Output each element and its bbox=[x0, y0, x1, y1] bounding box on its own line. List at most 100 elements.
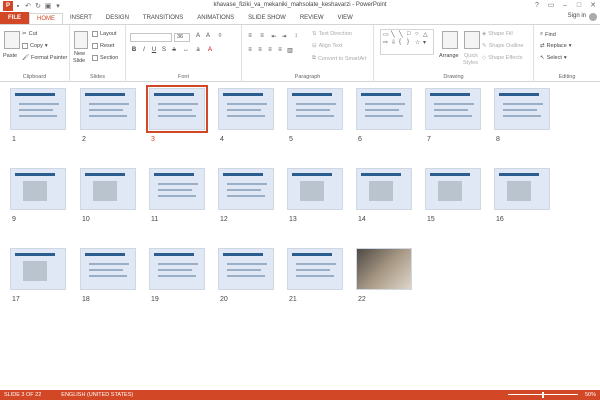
help-icon[interactable]: ? bbox=[530, 0, 544, 12]
close-icon[interactable]: ✕ bbox=[586, 0, 600, 12]
slide-thumbnail[interactable] bbox=[10, 248, 66, 290]
slide-thumbnail[interactable] bbox=[356, 88, 412, 130]
slide-thumbnail[interactable] bbox=[287, 248, 343, 290]
format-painter-button[interactable]: 🖌 Format Painter bbox=[22, 55, 67, 61]
cut-button[interactable]: ✂ Cut bbox=[22, 31, 37, 37]
language-indicator[interactable]: ENGLISH (UNITED STATES) bbox=[61, 392, 133, 398]
slide-thumbnail[interactable] bbox=[218, 248, 274, 290]
spacing-icon[interactable]: ↔ bbox=[182, 47, 190, 53]
shrink-font-icon[interactable]: A bbox=[204, 33, 212, 39]
slide-thumbnail[interactable] bbox=[80, 88, 136, 130]
maximize-icon[interactable]: □ bbox=[572, 0, 586, 12]
tab-file[interactable]: FILE bbox=[0, 12, 29, 24]
find-button[interactable]: ⌕ Find bbox=[540, 31, 556, 38]
arrange-icon[interactable] bbox=[442, 31, 458, 49]
underline-icon[interactable]: U bbox=[150, 47, 158, 53]
undo-icon[interactable]: ↶ bbox=[23, 2, 33, 10]
slide-thumbnail[interactable] bbox=[425, 168, 481, 210]
italic-icon[interactable]: I bbox=[140, 47, 148, 53]
slide-thumbnail[interactable] bbox=[425, 88, 481, 130]
sign-in-link[interactable]: Sign in bbox=[568, 13, 586, 19]
tab-transitions[interactable]: TRANSITIONS bbox=[136, 13, 190, 24]
font-color-icon[interactable]: A bbox=[206, 47, 214, 53]
slide-thumbnail[interactable] bbox=[149, 248, 205, 290]
brace-shape-icon[interactable]: { bbox=[399, 39, 401, 45]
decrease-indent-icon[interactable]: ⇤ bbox=[270, 33, 278, 40]
align-center-icon[interactable]: ≡ bbox=[256, 47, 264, 53]
slide-thumbnail[interactable] bbox=[218, 88, 274, 130]
new-slide-button-line2[interactable]: Slide bbox=[73, 58, 85, 64]
align-left-icon[interactable]: ≡ bbox=[246, 47, 254, 53]
slide-thumbnail[interactable] bbox=[356, 248, 412, 290]
slide-thumbnail[interactable] bbox=[80, 168, 136, 210]
columns-icon[interactable]: ▥ bbox=[286, 47, 294, 54]
tab-home[interactable]: HOME bbox=[29, 13, 63, 24]
copy-button[interactable]: Copy ▾ bbox=[22, 43, 48, 49]
increase-indent-icon[interactable]: ⇥ bbox=[280, 33, 288, 40]
paste-icon[interactable] bbox=[4, 31, 20, 49]
convert-smartart-button[interactable]: ⧉ Convert to SmartArt bbox=[312, 55, 367, 62]
minimize-icon[interactable]: – bbox=[558, 0, 572, 12]
shape-fill-button[interactable]: ◈ Shape Fill bbox=[482, 31, 513, 37]
new-slide-icon[interactable] bbox=[74, 31, 88, 49]
bold-icon[interactable]: B bbox=[130, 47, 138, 53]
more-shapes-icon[interactable]: ▾ bbox=[423, 39, 426, 46]
slide-thumbnail[interactable] bbox=[10, 88, 66, 130]
brace-shape-icon[interactable]: } bbox=[407, 39, 409, 45]
quick-styles-icon[interactable] bbox=[464, 31, 480, 49]
zoom-level[interactable]: 50% bbox=[585, 392, 596, 398]
slide-thumbnail[interactable] bbox=[218, 168, 274, 210]
slide-thumbnail[interactable] bbox=[494, 168, 550, 210]
reset-button[interactable]: Reset bbox=[92, 43, 114, 49]
slide-thumbnail[interactable] bbox=[287, 88, 343, 130]
rectangle-shape-icon[interactable]: □ bbox=[407, 31, 411, 37]
line-shape-icon[interactable]: ╲ bbox=[391, 31, 395, 38]
slide-thumbnail[interactable] bbox=[494, 88, 550, 130]
arrange-button[interactable]: Arrange bbox=[439, 53, 459, 59]
font-name-dropdown[interactable] bbox=[130, 33, 172, 42]
textbox-shape-icon[interactable]: ▭ bbox=[383, 31, 389, 38]
quick-styles-button-line2[interactable]: Styles bbox=[463, 60, 478, 66]
section-button[interactable]: Section bbox=[92, 55, 118, 61]
save-icon[interactable]: ▪ bbox=[13, 3, 23, 10]
customize-qat-icon[interactable]: ▾ bbox=[53, 2, 63, 10]
star-shape-icon[interactable]: ☆ bbox=[415, 39, 420, 46]
tab-insert[interactable]: INSERT bbox=[63, 13, 99, 24]
zoom-slider-thumb[interactable] bbox=[542, 392, 544, 398]
slide-thumbnail[interactable] bbox=[356, 168, 412, 210]
shape-outline-button[interactable]: ✎ Shape Outline bbox=[482, 43, 523, 49]
grow-font-icon[interactable]: A bbox=[194, 33, 202, 39]
ribbon-display-icon[interactable]: ▭ bbox=[544, 0, 558, 12]
text-direction-button[interactable]: ⇅ Text Direction bbox=[312, 31, 352, 37]
bullets-icon[interactable]: ≡ bbox=[246, 33, 254, 39]
quick-styles-button[interactable]: Quick bbox=[464, 53, 478, 59]
redo-icon[interactable]: ↻ bbox=[33, 2, 43, 10]
tab-animations[interactable]: ANIMATIONS bbox=[190, 13, 241, 24]
tab-review[interactable]: REVIEW bbox=[293, 13, 331, 24]
font-size-dropdown[interactable]: 36 bbox=[174, 33, 190, 42]
arrow-shape-icon[interactable]: ⇩ bbox=[391, 39, 396, 46]
slide-thumbnail[interactable] bbox=[149, 168, 205, 210]
select-button[interactable]: ↖ Select ▾ bbox=[540, 55, 567, 61]
oval-shape-icon[interactable]: ○ bbox=[415, 31, 419, 37]
shadow-icon[interactable]: S bbox=[160, 47, 168, 53]
align-right-icon[interactable]: ≡ bbox=[266, 47, 274, 53]
case-icon[interactable]: a bbox=[194, 47, 202, 53]
justify-icon[interactable]: ≡ bbox=[276, 47, 284, 53]
start-slideshow-icon[interactable]: ▣ bbox=[43, 2, 53, 10]
layout-button[interactable]: Layout bbox=[92, 31, 117, 37]
align-text-button[interactable]: ⊟ Align Text bbox=[312, 43, 342, 49]
replace-button[interactable]: ⇄ Replace ▾ bbox=[540, 43, 572, 49]
shapes-gallery[interactable]: ▭ ╲ ╲ □ ○ △ ⇨ ⇩ { } ☆ ▾ bbox=[380, 29, 434, 55]
shape-effects-button[interactable]: ◇ Shape Effects bbox=[482, 55, 522, 61]
slide-thumbnail[interactable] bbox=[287, 168, 343, 210]
paste-button[interactable]: Paste bbox=[3, 53, 17, 59]
slide-thumbnail[interactable] bbox=[10, 168, 66, 210]
tab-slide-show[interactable]: SLIDE SHOW bbox=[241, 13, 293, 24]
clear-format-icon[interactable]: ◊ bbox=[216, 33, 224, 39]
line-spacing-icon[interactable]: ↕ bbox=[292, 33, 300, 39]
avatar-icon[interactable] bbox=[589, 13, 597, 21]
tab-view[interactable]: VIEW bbox=[331, 13, 360, 24]
numbering-icon[interactable]: ≡ bbox=[258, 33, 266, 39]
tab-design[interactable]: DESIGN bbox=[99, 13, 136, 24]
